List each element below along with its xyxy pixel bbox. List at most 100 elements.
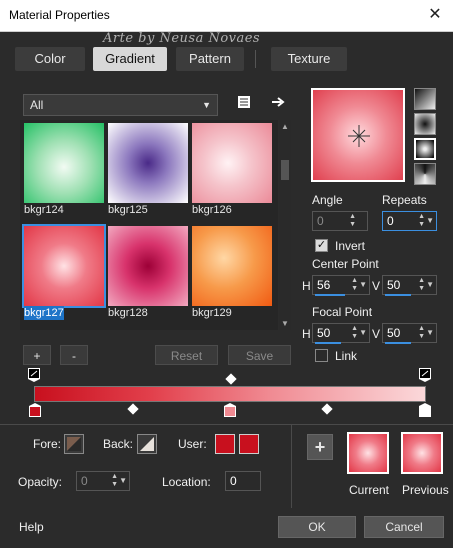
color-stop-2[interactable] xyxy=(224,403,236,417)
scroll-thumb[interactable] xyxy=(281,160,289,180)
focal-v-field[interactable]: 50 ▲ ▼ ▼ xyxy=(382,323,437,344)
help-link[interactable]: Help xyxy=(19,520,44,534)
thumb-label: bkgr129 xyxy=(192,307,232,319)
spin-arrows-icon[interactable]: ▲ ▼ xyxy=(351,325,358,341)
focal-h-label: H xyxy=(302,327,311,341)
user-color-radio[interactable] xyxy=(215,434,235,454)
swatch xyxy=(192,123,272,203)
chevron-down-icon[interactable]: ▼ xyxy=(119,472,127,490)
cancel-button[interactable]: Cancel xyxy=(364,516,444,538)
location-label: Location: xyxy=(162,475,211,489)
center-h-label: H xyxy=(302,279,311,293)
user-color-swatch[interactable] xyxy=(239,434,259,454)
opacity-stop-right[interactable] xyxy=(419,368,431,382)
center-h-level xyxy=(315,294,345,296)
spin-arrows-icon[interactable]: ▲ ▼ xyxy=(418,277,425,293)
divider xyxy=(0,424,453,425)
ok-button[interactable]: OK xyxy=(278,516,356,538)
chevron-down-icon[interactable]: ▼ xyxy=(426,324,434,342)
spin-arrows-icon[interactable]: ▲ ▼ xyxy=(418,325,425,341)
spin-arrows-icon[interactable]: ▲ ▼ xyxy=(111,473,118,489)
chevron-down-icon[interactable]: ▼ xyxy=(359,276,367,294)
location-value: 0 xyxy=(230,474,237,488)
invert-checkbox[interactable]: ✓ xyxy=(315,239,328,252)
previous-swatch[interactable] xyxy=(401,432,443,474)
center-h-field[interactable]: 56 ▲ ▼ ▼ xyxy=(312,275,370,296)
angle-label: Angle xyxy=(312,193,343,207)
spin-arrows-icon[interactable]: ▲ ▼ xyxy=(418,213,425,229)
tab-pattern[interactable]: Pattern xyxy=(176,47,244,71)
gradient-thumb-bkgr127[interactable]: bkgr127 xyxy=(22,224,106,320)
foreground-color-icon[interactable] xyxy=(64,434,84,454)
spin-arrows-icon[interactable]: ▲ ▼ xyxy=(351,277,358,293)
remove-gradient-button[interactable]: - xyxy=(60,345,88,365)
opacity-stop-left[interactable] xyxy=(28,368,40,382)
gradient-thumb-bkgr126[interactable]: bkgr126 xyxy=(192,123,272,216)
user-label: User: xyxy=(178,437,207,451)
color-stop-1[interactable] xyxy=(29,403,41,417)
divider xyxy=(291,424,292,508)
background-color-icon[interactable] xyxy=(137,434,157,454)
swatch xyxy=(108,226,188,306)
center-crosshair-icon xyxy=(348,125,370,147)
chevron-down-icon[interactable]: ▼ xyxy=(426,276,434,294)
sunburst-style-icon[interactable] xyxy=(414,163,436,185)
tab-divider xyxy=(255,50,256,68)
link-checkbox[interactable] xyxy=(315,349,328,362)
location-field[interactable]: 0 xyxy=(225,471,261,491)
radial-style-icon[interactable] xyxy=(414,138,436,160)
add-to-library-button[interactable]: + xyxy=(307,434,333,460)
repeats-value: 0 xyxy=(387,214,394,228)
center-point-label: Center Point xyxy=(312,257,379,271)
current-label: Current xyxy=(349,483,390,497)
invert-label: Invert xyxy=(335,239,366,253)
opacity-value: 0 xyxy=(81,474,88,488)
gradient-thumb-bkgr125[interactable]: bkgr125 xyxy=(108,123,188,216)
scroll-up-icon[interactable]: ▲ xyxy=(279,122,291,131)
repeats-label: Repeats xyxy=(382,193,427,207)
repeats-field[interactable]: 0 ▲ ▼ ▼ xyxy=(382,211,437,231)
swatch xyxy=(108,123,188,203)
tab-texture[interactable]: Texture xyxy=(271,47,347,71)
linear-style-icon[interactable] xyxy=(414,88,436,110)
angle-field[interactable]: 0 ▲ ▼ xyxy=(312,211,368,231)
save-button[interactable]: Save xyxy=(228,345,291,365)
rectangular-style-icon[interactable] xyxy=(414,113,436,135)
tab-gradient[interactable]: Gradient xyxy=(93,47,167,71)
gradient-thumb-bkgr128[interactable]: bkgr128 xyxy=(108,226,188,319)
category-select[interactable]: All ▼ xyxy=(23,94,218,116)
previous-label: Previous xyxy=(402,483,449,497)
add-gradient-button[interactable]: + xyxy=(23,345,51,365)
center-v-field[interactable]: 50 ▲ ▼ ▼ xyxy=(382,275,437,296)
color-midpoint-2[interactable] xyxy=(321,403,333,415)
scroll-down-icon[interactable]: ▼ xyxy=(279,319,291,328)
title-bar: Material Properties ✕ xyxy=(0,0,453,32)
category-value: All xyxy=(30,98,44,112)
focal-v-label: V xyxy=(372,327,381,341)
gradient-preview[interactable] xyxy=(311,88,405,182)
thumb-label: bkgr125 xyxy=(108,204,148,216)
swatch xyxy=(24,226,104,306)
arrow-right-icon[interactable] xyxy=(270,94,286,110)
focal-h-field[interactable]: 50 ▲ ▼ ▼ xyxy=(312,323,370,344)
focal-h-value: 50 xyxy=(317,326,331,340)
center-v-level xyxy=(385,294,411,296)
gradient-thumb-bkgr124[interactable]: bkgr124 xyxy=(24,123,104,216)
opacity-field[interactable]: 0 ▲ ▼ ▼ xyxy=(76,471,130,491)
reset-button[interactable]: Reset xyxy=(155,345,218,365)
gradient-bar[interactable] xyxy=(34,386,426,402)
list-view-icon[interactable] xyxy=(236,94,252,110)
gradient-thumb-bkgr129[interactable]: bkgr129 xyxy=(192,226,272,319)
gradient-library: bkgr124 bkgr125 bkgr126 bkgr127 bkgr128 … xyxy=(20,120,278,330)
opacity-midpoint[interactable] xyxy=(225,373,237,385)
thumb-label: bkgr128 xyxy=(108,307,148,319)
opacity-label: Opacity: xyxy=(18,475,63,489)
tab-color[interactable]: Color xyxy=(15,47,85,71)
spin-arrows-icon[interactable]: ▲ ▼ xyxy=(349,213,356,229)
color-midpoint-1[interactable] xyxy=(127,403,139,415)
chevron-down-icon[interactable]: ▼ xyxy=(359,324,367,342)
color-stop-3[interactable] xyxy=(419,403,431,417)
library-scrollbar[interactable]: ▲ ▼ xyxy=(279,120,291,330)
close-icon[interactable]: ✕ xyxy=(417,0,453,32)
chevron-down-icon[interactable]: ▼ xyxy=(426,212,434,230)
